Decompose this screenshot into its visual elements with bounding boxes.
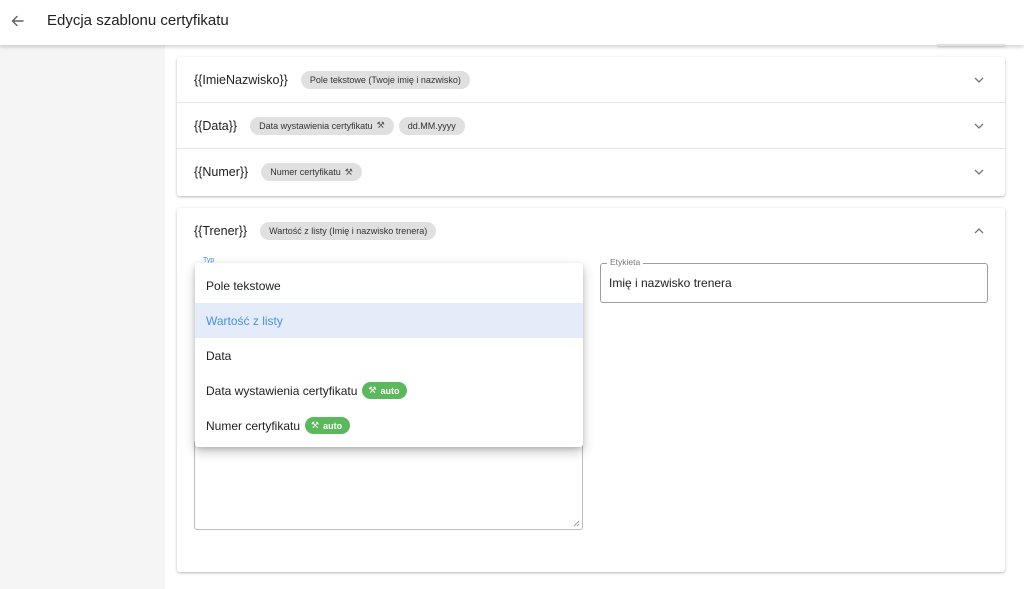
field-format-chip: dd.MM.yyyy <box>398 116 465 135</box>
auto-badge: ⚒ auto <box>362 382 408 399</box>
chevron-down-icon[interactable] <box>973 120 985 132</box>
field-row-trener[interactable]: {{Trener}} Wartość z listy (Imię i nazwi… <box>177 208 1005 254</box>
field-key: {{ImieNazwisko}} <box>194 72 288 87</box>
field-key: {{Data}} <box>194 118 238 133</box>
option-data[interactable]: Data <box>195 338 583 373</box>
field-row-imienazwisko[interactable]: {{ImieNazwisko}} Pole tekstowe (Twoje im… <box>177 57 1005 103</box>
option-pole-tekstowe[interactable]: Pole tekstowe <box>195 268 583 303</box>
left-gutter <box>0 45 165 589</box>
chevron-down-icon[interactable] <box>973 166 985 178</box>
back-button[interactable] <box>6 10 28 32</box>
values-textarea[interactable] <box>194 440 583 530</box>
app-bar: Edycja szablonu certyfikatu <box>0 0 1024 45</box>
page-title: Edycja szablonu certyfikatu <box>47 12 229 29</box>
magic-wand-icon: ⚒ <box>311 420 320 430</box>
arrow-left-icon <box>11 15 24 27</box>
magic-wand-icon: ⚒ <box>368 385 377 395</box>
field-key: {{Numer}} <box>194 165 249 179</box>
field-type-chip: Numer certyfikatu ⚒ <box>261 163 362 181</box>
etykieta-field[interactable]: Etykieta Imię i nazwisko trenera <box>600 257 988 303</box>
field-key: {{Trener}} <box>194 224 248 238</box>
etykieta-value: Imię i nazwisko trenera <box>609 276 732 290</box>
option-numer-certyfikatu[interactable]: Numer certyfikatu ⚒ auto <box>195 408 583 443</box>
chevron-down-icon[interactable] <box>973 74 985 86</box>
field-row-numer[interactable]: {{Numer}} Numer certyfikatu ⚒ <box>177 149 1005 195</box>
resize-handle-icon[interactable] <box>573 520 580 527</box>
fields-card: {{ImieNazwisko}} Pole tekstowe (Twoje im… <box>177 57 1005 196</box>
field-row-data[interactable]: {{Data}} Data wystawienia certyfikatu ⚒ d… <box>177 103 1005 149</box>
magic-wand-icon: ⚒ <box>376 120 385 130</box>
auto-badge: ⚒ auto <box>305 417 351 434</box>
option-data-wystawienia[interactable]: Data wystawienia certyfikatu ⚒ auto <box>195 373 583 408</box>
type-dropdown-menu: Pole tekstowe Wartość z listy Data Data … <box>195 263 583 447</box>
field-type-chip: Data wystawienia certyfikatu ⚒ <box>250 116 394 135</box>
magic-wand-icon: ⚒ <box>344 166 353 177</box>
field-type-chip: Pole tekstowe (Twoje imię i nazwisko) <box>300 70 470 89</box>
field-type-chip: Wartość z listy (Imię i nazwisko trenera… <box>260 222 437 240</box>
etykieta-label: Etykieta <box>607 257 644 267</box>
chevron-up-icon[interactable] <box>973 225 985 237</box>
option-wartosc-z-listy[interactable]: Wartość z listy <box>195 303 583 338</box>
header-action-button[interactable] <box>937 44 1005 46</box>
